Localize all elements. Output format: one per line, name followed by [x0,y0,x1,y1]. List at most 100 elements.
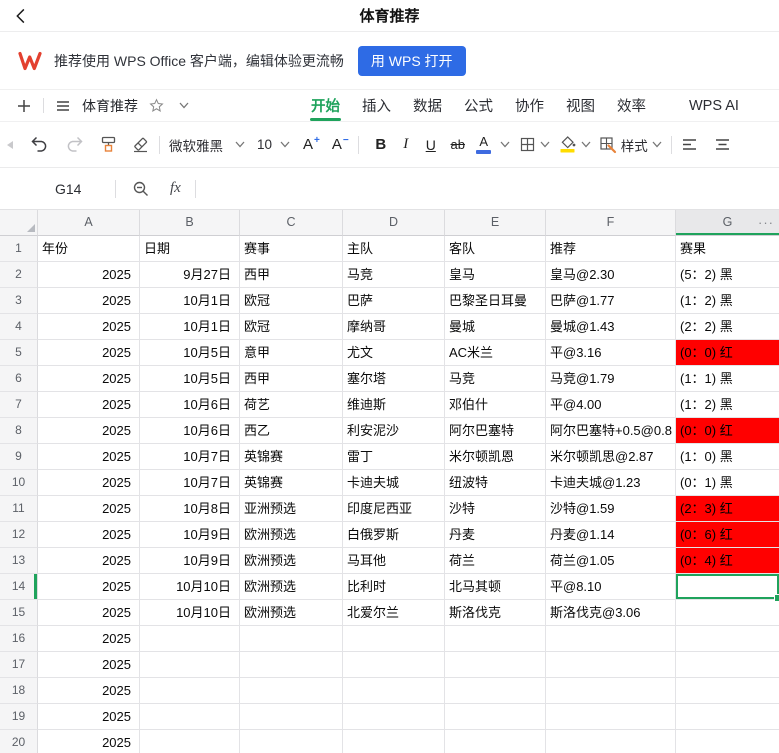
back-button[interactable] [10,5,32,27]
font-size-dropdown[interactable]: 10 [257,137,290,152]
underline-button[interactable]: U [418,137,444,153]
cell-A17[interactable]: 2025 [38,652,140,678]
eraser-button[interactable] [131,135,150,154]
cell-E18[interactable] [445,678,546,704]
cell-D6[interactable]: 塞尔塔 [343,366,445,392]
tab-协作[interactable]: 协作 [504,90,555,121]
cell-C16[interactable] [240,626,343,652]
fill-color-button[interactable] [559,135,591,154]
borders-button[interactable] [519,136,550,153]
cell-E5[interactable]: AC米兰 [445,340,546,366]
cell-C19[interactable] [240,704,343,730]
cell-F19[interactable] [546,704,676,730]
cell-A6[interactable]: 2025 [38,366,140,392]
cell-G5[interactable]: (0：0) 红 [676,340,779,366]
cell-E11[interactable]: 沙特 [445,496,546,522]
cell-style-button[interactable]: 样式 [599,135,662,155]
col-header-E[interactable]: E [445,210,546,236]
cell-D19[interactable] [343,704,445,730]
cell-G12[interactable]: (0：6) 红 [676,522,779,548]
bold-button[interactable]: B [368,136,394,153]
cell-C17[interactable] [240,652,343,678]
tab-插入[interactable]: 插入 [351,90,402,121]
cell-A14[interactable]: 2025 [38,574,140,600]
cell-E4[interactable]: 曼城 [445,314,546,340]
select-all-corner[interactable] [0,210,38,236]
cell-A8[interactable]: 2025 [38,418,140,444]
cell-A5[interactable]: 2025 [38,340,140,366]
tab-开始[interactable]: 开始 [300,90,351,121]
cell-A20[interactable]: 2025 [38,730,140,753]
cell-B18[interactable] [140,678,240,704]
cell-B15[interactable]: 10月10日 [140,600,240,626]
cell-A2[interactable]: 2025 [38,262,140,288]
cell-B8[interactable]: 10月6日 [140,418,240,444]
align-left-button[interactable] [681,137,698,152]
cell-G2[interactable]: (5：2) 黑 [676,262,779,288]
undo-button[interactable] [30,135,49,154]
cell-F3[interactable]: 巴萨@1.77 [546,288,676,314]
cell-D8[interactable]: 利安泥沙 [343,418,445,444]
row-header-19[interactable]: 19 [0,704,38,730]
cell-E13[interactable]: 荷兰 [445,548,546,574]
cell-B1[interactable]: 日期 [140,236,240,262]
col-header-B[interactable]: B [140,210,240,236]
cell-B20[interactable] [140,730,240,753]
cell-F18[interactable] [546,678,676,704]
cell-E3[interactable]: 巴黎圣日耳曼 [445,288,546,314]
row-header-2[interactable]: 2 [0,262,38,288]
cell-A15[interactable]: 2025 [38,600,140,626]
cell-G1[interactable]: 赛果 [676,236,779,262]
cell-C13[interactable]: 欧洲预选 [240,548,343,574]
increase-font-button[interactable]: A+ [303,136,320,153]
cell-C14[interactable]: 欧洲预选 [240,574,343,600]
col-header-G[interactable]: G ··· [676,210,779,236]
row-header-4[interactable]: 4 [0,314,38,340]
col-header-F[interactable]: F [546,210,676,236]
cell-F17[interactable] [546,652,676,678]
scroll-left-button[interactable] [6,140,14,150]
cell-G3[interactable]: (1：2) 黑 [676,288,779,314]
insert-function-button[interactable]: fx [170,180,181,197]
cell-B2[interactable]: 9月27日 [140,262,240,288]
cell-F6[interactable]: 马竞@1.79 [546,366,676,392]
row-header-8[interactable]: 8 [0,418,38,444]
cell-C1[interactable]: 赛事 [240,236,343,262]
cell-D16[interactable] [343,626,445,652]
col-header-D[interactable]: D [343,210,445,236]
cell-C15[interactable]: 欧洲预选 [240,600,343,626]
cell-B11[interactable]: 10月8日 [140,496,240,522]
cell-F8[interactable]: 阿尔巴塞特+0.5@0.8 [546,418,676,444]
row-header-1[interactable]: 1 [0,236,38,262]
cell-G20[interactable] [676,730,779,753]
cell-A19[interactable]: 2025 [38,704,140,730]
font-name-dropdown[interactable]: 微软雅黑 [169,135,245,155]
cell-F11[interactable]: 沙特@1.59 [546,496,676,522]
cell-F14[interactable]: 平@8.10 [546,574,676,600]
cell-D4[interactable]: 摩纳哥 [343,314,445,340]
font-color-button[interactable]: A [472,135,510,154]
cell-A1[interactable]: 年份 [38,236,140,262]
cell-G6[interactable]: (1：1) 黑 [676,366,779,392]
cell-B6[interactable]: 10月5日 [140,366,240,392]
cell-C11[interactable]: 亚洲预选 [240,496,343,522]
cell-D17[interactable] [343,652,445,678]
formula-input[interactable] [196,168,779,209]
cell-D2[interactable]: 马竞 [343,262,445,288]
col-header-C[interactable]: C [240,210,343,236]
cell-F1[interactable]: 推荐 [546,236,676,262]
cell-A10[interactable]: 2025 [38,470,140,496]
cell-F5[interactable]: 平@3.16 [546,340,676,366]
cell-G18[interactable] [676,678,779,704]
row-header-6[interactable]: 6 [0,366,38,392]
cell-G11[interactable]: (2：3) 红 [676,496,779,522]
row-header-16[interactable]: 16 [0,626,38,652]
cell-D10[interactable]: 卡迪夫城 [343,470,445,496]
cell-A13[interactable]: 2025 [38,548,140,574]
row-header-5[interactable]: 5 [0,340,38,366]
cell-G13[interactable]: (0：4) 红 [676,548,779,574]
redo-button[interactable] [65,135,84,154]
cell-C4[interactable]: 欧冠 [240,314,343,340]
cell-D18[interactable] [343,678,445,704]
cell-F16[interactable] [546,626,676,652]
